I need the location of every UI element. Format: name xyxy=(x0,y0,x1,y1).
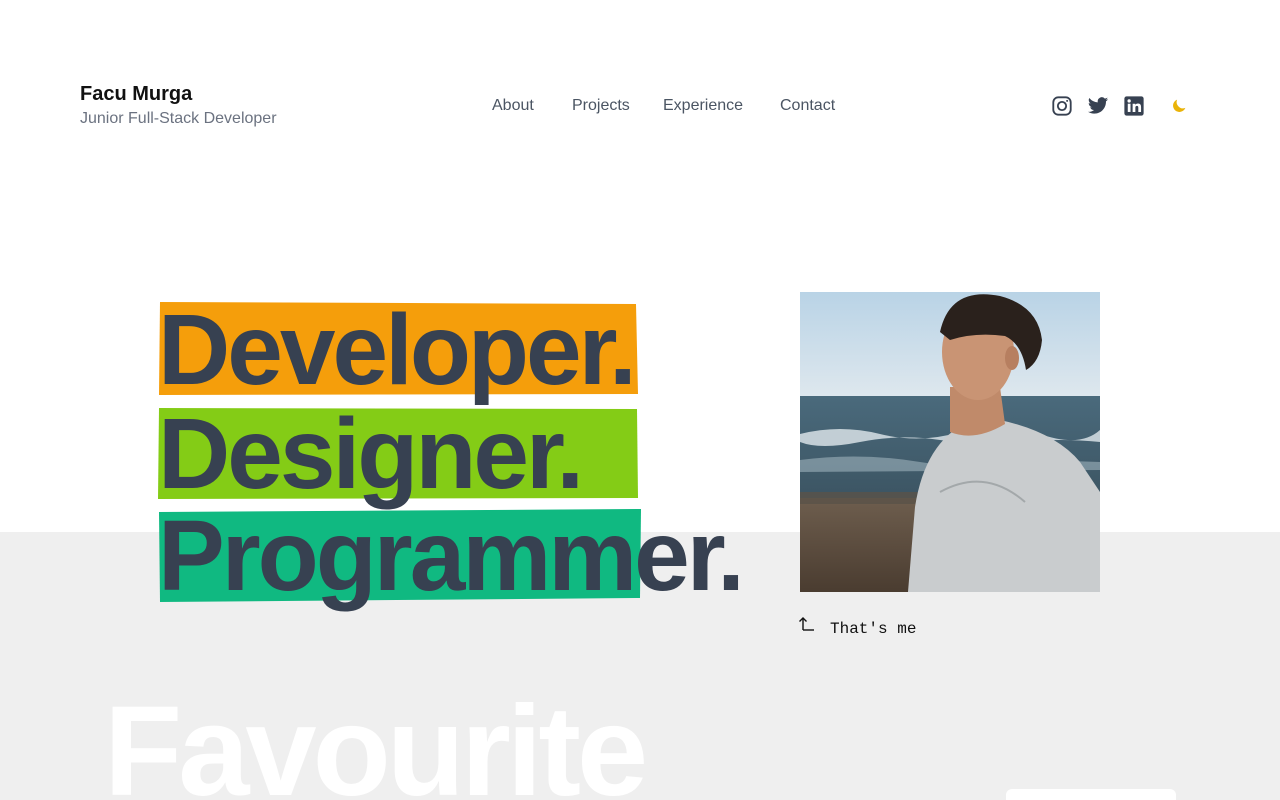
twitter-icon[interactable] xyxy=(1087,95,1109,117)
nav-link-about[interactable]: About xyxy=(492,95,534,117)
arrow-up-left-icon xyxy=(798,615,816,638)
linkedin-icon[interactable] xyxy=(1123,95,1145,117)
hero-word-designer: Designer. xyxy=(158,398,584,510)
brand-role: Junior Full-Stack Developer xyxy=(80,110,277,127)
nav-link-experience[interactable]: Experience xyxy=(663,95,743,117)
hero-word-developer: Developer. xyxy=(158,294,637,406)
hero-word-programmer: Programmer. xyxy=(158,500,745,612)
page: Facu Murga Junior Full-Stack Developer A… xyxy=(0,0,1280,800)
section-heading: Favourite xyxy=(104,680,648,800)
photo-caption: That's me xyxy=(798,614,916,638)
instagram-icon[interactable] xyxy=(1051,95,1073,117)
moon-icon[interactable] xyxy=(1170,97,1188,115)
brand[interactable]: Facu Murga Junior Full-Stack Developer xyxy=(80,82,277,130)
section-card xyxy=(1006,789,1176,800)
brand-name: Facu Murga xyxy=(80,83,193,105)
profile-photo xyxy=(800,292,1100,592)
nav-link-contact[interactable]: Contact xyxy=(780,95,835,117)
caption-text: That's me xyxy=(830,620,917,638)
nav-link-projects[interactable]: Projects xyxy=(572,95,630,117)
